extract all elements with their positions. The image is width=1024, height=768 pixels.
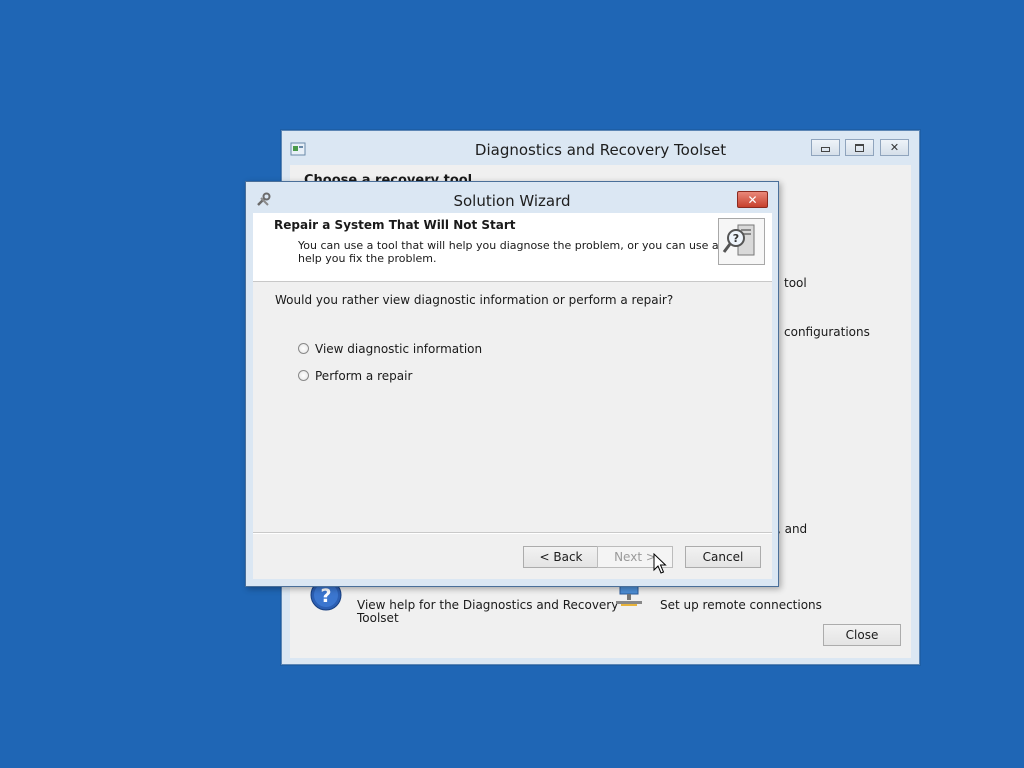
- wizard-header-desc-line1: You can use a tool that will help you di…: [298, 239, 758, 252]
- wizard-titlebar[interactable]: Solution Wizard ✕: [246, 182, 778, 212]
- radio-perform-repair[interactable]: [298, 370, 309, 381]
- config-item-text: configurations: [784, 325, 870, 339]
- svg-text:?: ?: [733, 232, 739, 245]
- mouse-cursor-icon: [653, 552, 667, 575]
- wizard-window: Solution Wizard ✕ Repair a System That W…: [245, 181, 779, 587]
- main-window-titlebar[interactable]: Diagnostics and Recovery Toolset ✕: [282, 131, 919, 165]
- help-link[interactable]: View help for the Diagnostics and Recove…: [357, 598, 618, 612]
- help-link-line2[interactable]: Toolset: [357, 611, 399, 625]
- wizard-question: Would you rather view diagnostic informa…: [275, 293, 674, 307]
- back-button[interactable]: < Back: [523, 546, 599, 568]
- close-icon: ✕: [747, 192, 758, 207]
- main-close-window-button[interactable]: Close: [823, 624, 901, 646]
- svg-text:?: ?: [320, 585, 331, 607]
- wizard-header: Repair a System That Will Not Start You …: [253, 213, 772, 282]
- option-view-diagnostic-label[interactable]: View diagnostic information: [315, 342, 482, 356]
- minimize-icon: [821, 147, 830, 152]
- main-close-button[interactable]: ✕: [880, 139, 909, 156]
- option-perform-repair-label[interactable]: Perform a repair: [315, 369, 412, 383]
- remote-connections-link[interactable]: Set up remote connections: [660, 598, 822, 612]
- wizard-title: Solution Wizard: [453, 192, 571, 210]
- tool-item-text: tool: [784, 276, 807, 290]
- cancel-button[interactable]: Cancel: [685, 546, 761, 568]
- wizard-body: Would you rather view diagnostic informa…: [253, 282, 772, 579]
- maximize-icon: [855, 143, 864, 152]
- close-icon: ✕: [889, 141, 900, 154]
- wizard-close-button[interactable]: ✕: [737, 191, 768, 208]
- maximize-button[interactable]: [845, 139, 874, 156]
- radio-view-diagnostic[interactable]: [298, 343, 309, 354]
- option-view-diagnostic[interactable]: View diagnostic information: [298, 342, 498, 358]
- minimize-button[interactable]: [811, 139, 840, 156]
- wizard-footer-divider: [253, 532, 772, 534]
- diagnostic-magnifier-icon: ?: [718, 218, 765, 265]
- option-perform-repair[interactable]: Perform a repair: [298, 369, 498, 385]
- wizard-header-desc-line2: help you fix the problem.: [298, 252, 437, 265]
- wizard-header-title: Repair a System That Will Not Start: [274, 218, 516, 232]
